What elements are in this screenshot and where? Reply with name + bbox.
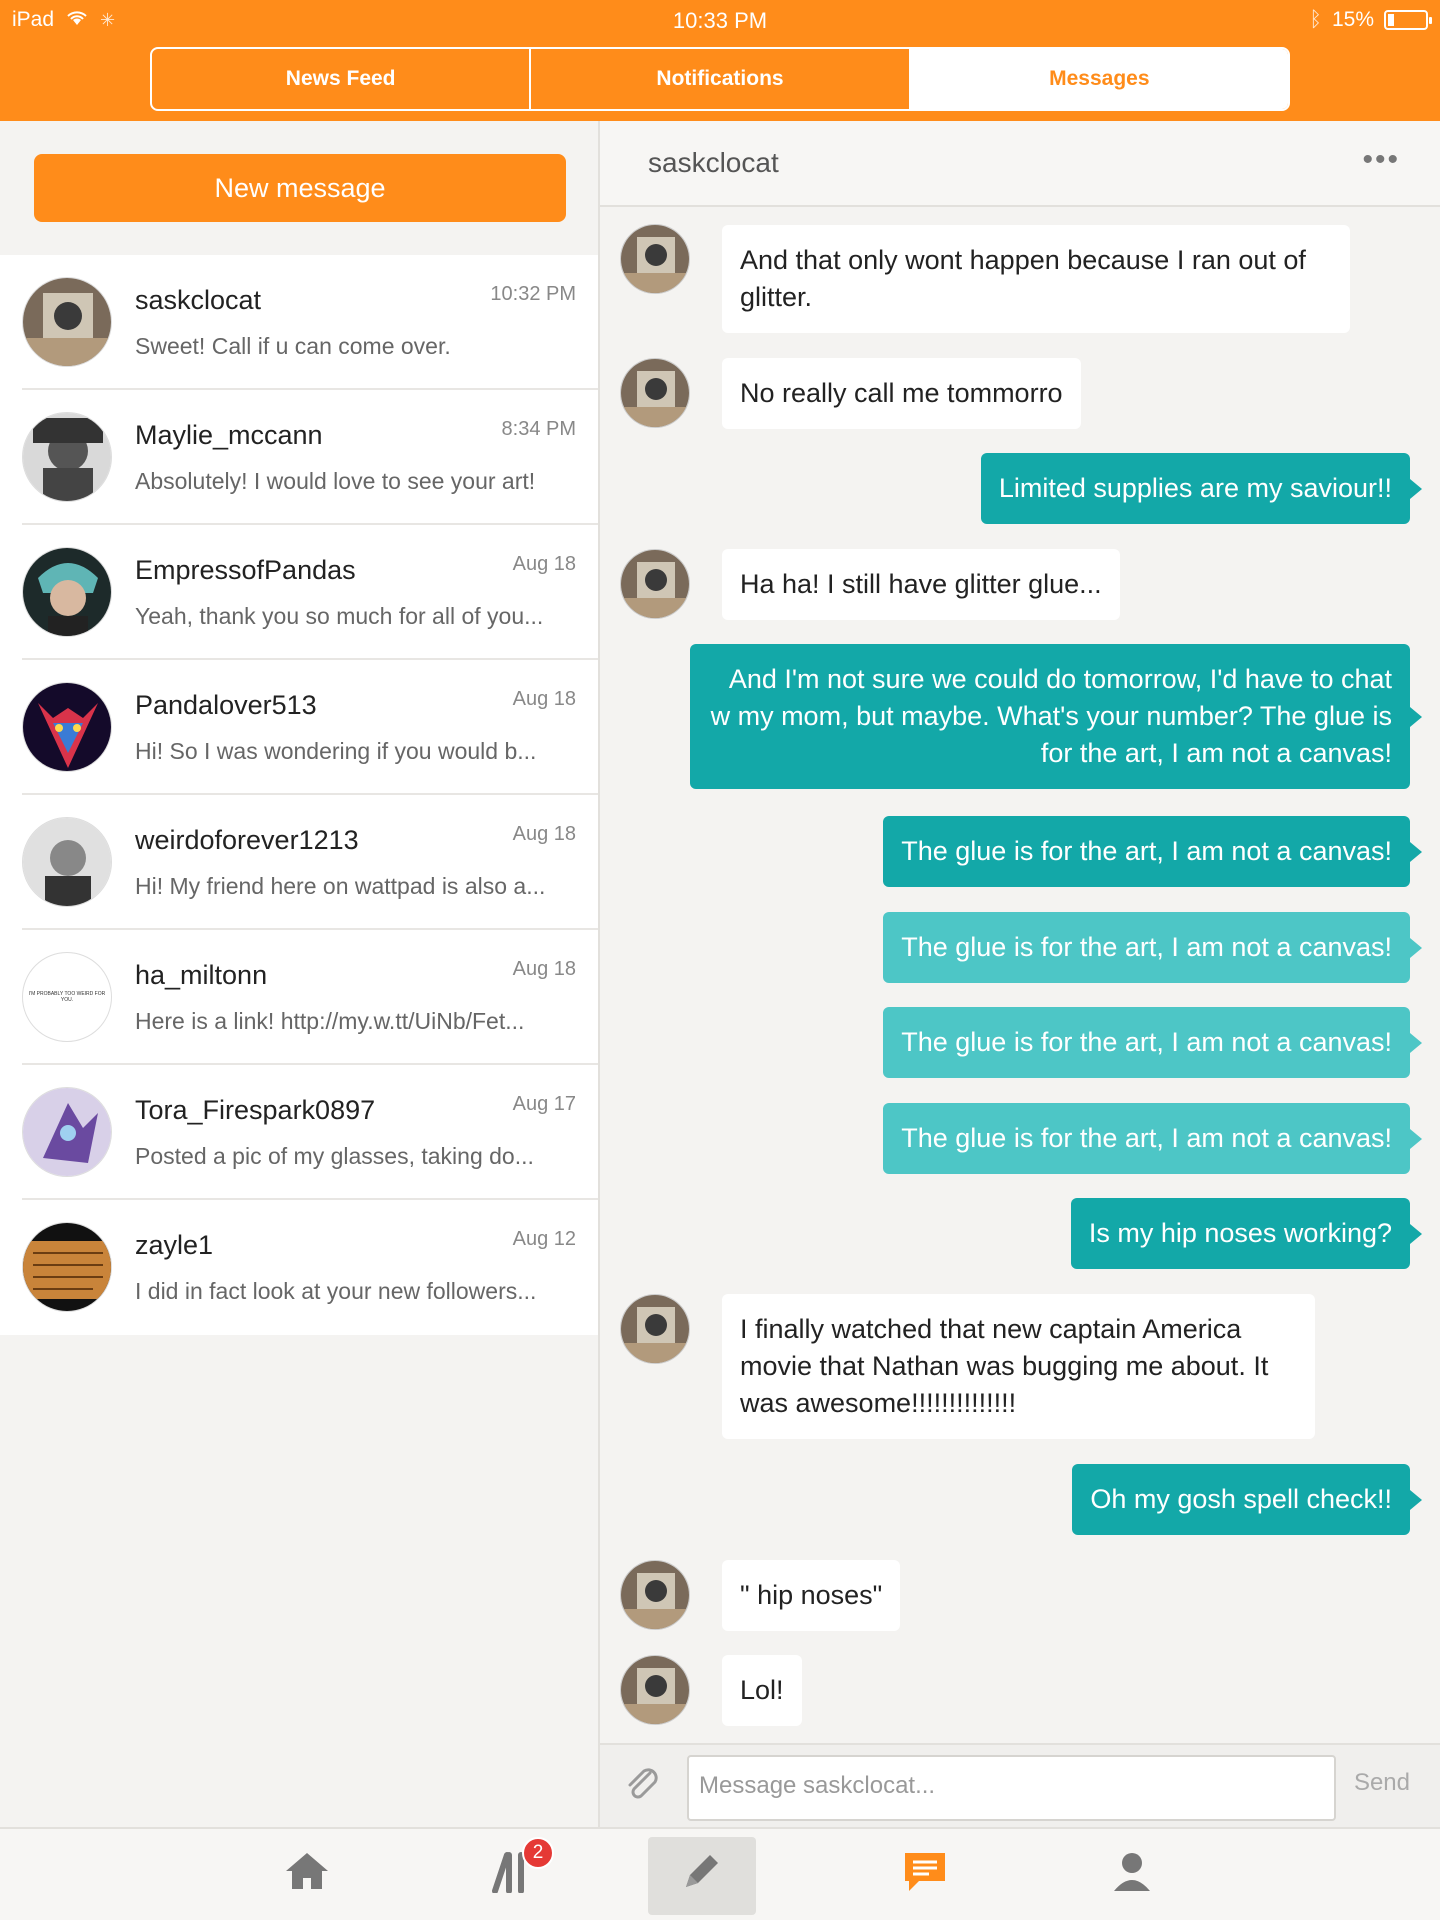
message-outgoing: Oh my gosh spell check!!: [1072, 1464, 1422, 1535]
conversation-list: saskclocat 10:32 PM Sweet! Call if u can…: [0, 255, 598, 1335]
conversation-name: EmpressofPandas: [135, 555, 356, 585]
conversation-preview: I did in fact look at your new followers…: [135, 1278, 537, 1304]
avatar: [22, 412, 112, 502]
tab-messages[interactable]: Messages: [910, 49, 1288, 109]
conversation-name: weirdoforever1213: [135, 825, 359, 855]
message-outgoing: And I'm not sure we could do tomorrow, I…: [690, 644, 1422, 789]
segmented-tabs: News Feed Notifications Messages: [150, 47, 1290, 111]
avatar: [22, 682, 112, 772]
avatar-text: I'M PROBABLY TOO WEIRD FOR YOU.: [28, 991, 106, 1003]
chat-icon: [901, 1849, 949, 1903]
conversation-name: Pandalover513: [135, 690, 317, 720]
chat-title: saskclocat: [648, 147, 779, 178]
attachment-icon[interactable]: [620, 1761, 662, 1812]
sender-avatar: [620, 358, 690, 428]
bluetooth-icon: ᛒ: [1309, 8, 1322, 31]
pencil-icon: [680, 1849, 724, 1903]
tab-notifications[interactable]: Notifications: [531, 49, 911, 109]
status-bar: iPad ✳ 10:33 PM ᛒ 15%: [0, 0, 1440, 40]
battery-icon: [1384, 10, 1432, 30]
message-incoming: " hip noses": [722, 1560, 901, 1631]
conversation-name: zayle1: [135, 1230, 214, 1260]
avatar: [22, 277, 112, 367]
conversation-item[interactable]: Tora_Firespark0897 Aug 17 Posted a pic o…: [22, 1065, 598, 1200]
conversation-preview: Absolutely! I would love to see your art…: [135, 468, 536, 494]
conversation-time: Aug 18: [512, 688, 576, 710]
messages-tab[interactable]: [871, 1837, 979, 1915]
write-tab[interactable]: [648, 1837, 756, 1915]
conversation-preview: Yeah, thank you so much for all of you..…: [135, 603, 544, 629]
conversation-time: Aug 18: [512, 958, 576, 980]
avatar: [22, 1222, 112, 1312]
tab-news-feed[interactable]: News Feed: [152, 49, 532, 109]
sender-avatar: [620, 1655, 690, 1725]
message-incoming: No really call me tommorro: [722, 358, 1081, 429]
conversation-time: Aug 12: [512, 1228, 576, 1250]
message-incoming: I finally watched that new captain Ameri…: [722, 1294, 1315, 1439]
conversation-preview: Hi! So I was wondering if you would b...: [135, 738, 537, 764]
conversation-item[interactable]: zayle1 Aug 12 I did in fact look at your…: [22, 1200, 598, 1335]
sender-avatar: [620, 1560, 690, 1630]
conversation-item[interactable]: saskclocat 10:32 PM Sweet! Call if u can…: [22, 255, 598, 390]
message-outgoing: The glue is for the art, I am not a canv…: [883, 1007, 1422, 1078]
library-tab[interactable]: 2: [460, 1837, 568, 1915]
conversation-preview: Sweet! Call if u can come over.: [135, 333, 451, 359]
more-options-icon[interactable]: •••: [1362, 143, 1400, 177]
conversation-item[interactable]: weirdoforever1213 Aug 18 Hi! My friend h…: [22, 795, 598, 930]
conversation-item[interactable]: Pandalover513 Aug 18 Hi! So I was wonder…: [22, 660, 598, 795]
avatar: [22, 817, 112, 907]
conversation-time: Aug 17: [512, 1093, 576, 1115]
notification-badge: 2: [522, 1837, 554, 1869]
message-composer: Message saskclocat... Send: [600, 1743, 1440, 1827]
top-bar: iPad ✳ 10:33 PM ᛒ 15% News Feed Notifica…: [0, 0, 1440, 121]
conversation-panel: New message saskclocat 10:32 PM Sweet! C…: [0, 121, 600, 1827]
conversation-item[interactable]: Maylie_mccann 8:34 PM Absolutely! I woul…: [22, 390, 598, 525]
conversation-name: saskclocat: [135, 285, 262, 315]
message-outgoing: Is my hip noses working?: [1070, 1198, 1423, 1269]
message-outgoing: The glue is for the art, I am not a canv…: [883, 816, 1422, 887]
sender-avatar: [620, 1294, 690, 1364]
conversation-time: Aug 18: [512, 823, 576, 845]
conversation-preview: Hi! My friend here on wattpad is also a.…: [135, 873, 546, 899]
home-tab[interactable]: [253, 1837, 361, 1915]
avatar: [22, 547, 112, 637]
avatar: I'M PROBABLY TOO WEIRD FOR YOU.: [22, 952, 112, 1042]
home-icon: [284, 1851, 330, 1901]
conversation-preview: Here is a link! http://my.w.tt/UiNb/Fet.…: [135, 1008, 525, 1034]
conversation-item[interactable]: I'M PROBABLY TOO WEIRD FOR YOU. ha_milto…: [22, 930, 598, 1065]
chat-panel: saskclocat ••• And that only wont happen…: [600, 121, 1440, 1827]
conversation-name: ha_miltonn: [135, 960, 268, 990]
message-outgoing: Limited supplies are my saviour!!: [980, 453, 1423, 524]
chat-header: saskclocat •••: [600, 121, 1440, 207]
message-input[interactable]: Message saskclocat...: [687, 1755, 1336, 1821]
message-incoming: Ha ha! I still have glitter glue...: [722, 549, 1120, 620]
sender-avatar: [620, 224, 690, 294]
conversation-name: Maylie_mccann: [135, 420, 323, 450]
profile-icon: [1110, 1849, 1154, 1903]
message-outgoing: The glue is for the art, I am not a canv…: [883, 1103, 1422, 1174]
message-incoming: And that only wont happen because I ran …: [722, 225, 1350, 333]
send-button[interactable]: Send: [1354, 1769, 1410, 1797]
battery-percent: 15%: [1331, 8, 1374, 31]
message-incoming: Lol!: [722, 1655, 802, 1726]
conversation-time: Aug 18: [512, 553, 576, 575]
conversation-item[interactable]: EmpressofPandas Aug 18 Yeah, thank you s…: [22, 525, 598, 660]
new-message-button[interactable]: New message: [34, 154, 566, 222]
sender-avatar: [620, 549, 690, 619]
conversation-preview: Posted a pic of my glasses, taking do...: [135, 1143, 534, 1169]
clock: 10:33 PM: [672, 8, 768, 33]
conversation-time: 8:34 PM: [501, 418, 576, 440]
avatar: [22, 1087, 112, 1177]
profile-tab[interactable]: [1078, 1837, 1186, 1915]
message-outgoing: The glue is for the art, I am not a canv…: [883, 912, 1422, 983]
conversation-name: Tora_Firespark0897: [135, 1095, 376, 1125]
conversation-time: 10:32 PM: [490, 283, 576, 305]
bottom-tab-bar: 2: [0, 1827, 1440, 1920]
